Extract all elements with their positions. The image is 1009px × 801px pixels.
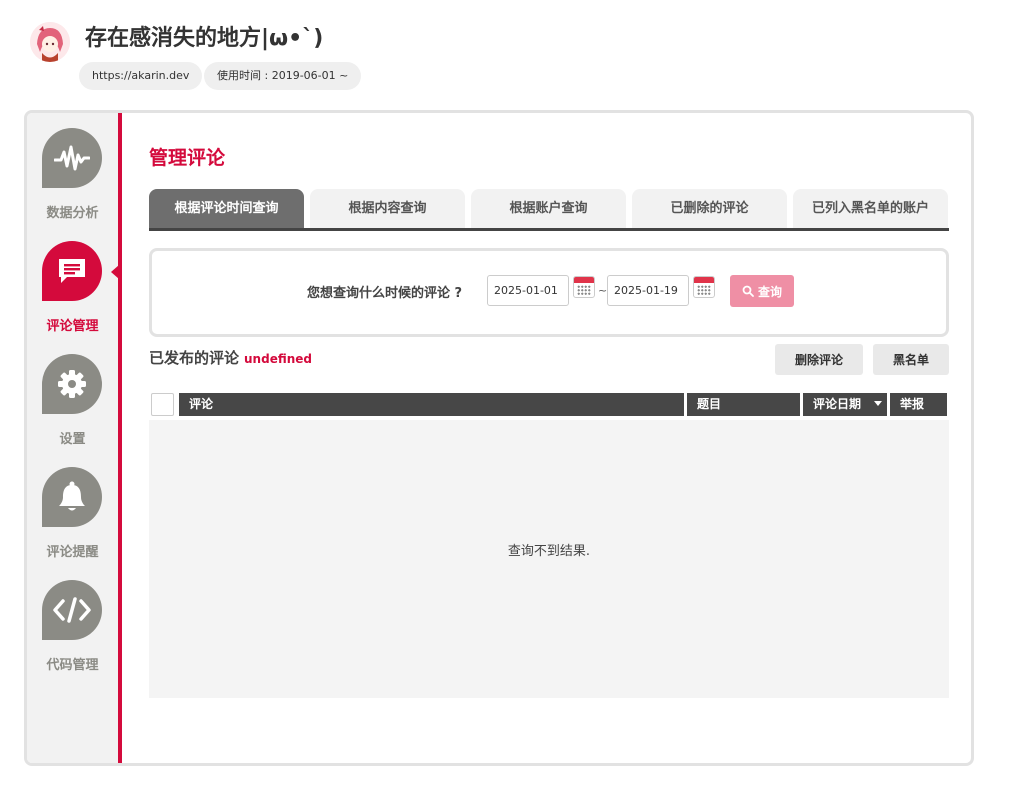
- waveform-icon: [54, 145, 90, 171]
- sort-caret-icon: [874, 401, 882, 406]
- sidebar-item-label: 数据分析: [46, 206, 99, 221]
- tab-by-time[interactable]: 根据评论时间查询: [149, 189, 304, 228]
- code-icon: [53, 597, 91, 623]
- sidebar-item-comments[interactable]: 评论管理: [27, 241, 118, 351]
- nav-bubble: [42, 580, 102, 640]
- tab-by-content[interactable]: 根据内容查询: [310, 189, 465, 228]
- calendar-icon[interactable]: [693, 276, 715, 298]
- tab-blacklisted[interactable]: 已列入黑名单的账户: [793, 189, 948, 228]
- sidebar-divider: [118, 113, 122, 763]
- column-report: 举报: [890, 393, 947, 416]
- from-date-input[interactable]: [487, 275, 569, 306]
- blacklist-button[interactable]: 黑名单: [873, 344, 949, 375]
- sidebar: 数据分析 评论管理 设置 评论提醒 代码管理: [27, 113, 118, 763]
- column-date-label: 评论日期: [813, 397, 862, 411]
- empty-state-message: 查询不到结果.: [507, 544, 591, 559]
- published-title-text: 已发布的评论: [149, 349, 240, 367]
- published-comments-title: 已发布的评论 undefined: [149, 347, 312, 368]
- gear-icon: [58, 370, 86, 398]
- query-button[interactable]: 查询: [730, 275, 794, 307]
- sidebar-item-code[interactable]: 代码管理: [27, 580, 118, 690]
- delete-comment-button[interactable]: 删除评论: [775, 344, 863, 375]
- usage-since-badge: 使用时间 : 2019-06-01 ~: [204, 62, 362, 90]
- avatar: [30, 22, 70, 62]
- bell-icon: [59, 481, 85, 511]
- site-url-badge[interactable]: https://akarin.dev: [79, 62, 203, 90]
- comment-count: undefined: [244, 352, 312, 366]
- search-icon: [742, 285, 754, 297]
- avatar-image: [30, 22, 70, 62]
- column-subject: 题目: [687, 393, 800, 416]
- tab-by-account[interactable]: 根据账户查询: [471, 189, 626, 228]
- sidebar-item-label: 代码管理: [46, 658, 99, 673]
- column-date[interactable]: 评论日期: [803, 393, 887, 416]
- calendar-icon[interactable]: [573, 276, 595, 298]
- page-title: 管理评论: [149, 147, 226, 169]
- select-all-checkbox[interactable]: [151, 393, 174, 416]
- date-separator: ~: [598, 284, 608, 297]
- sidebar-item-settings[interactable]: 设置: [27, 354, 118, 464]
- sidebar-item-analytics[interactable]: 数据分析: [27, 128, 118, 238]
- table-body: 查询不到结果.: [149, 420, 949, 698]
- comment-icon: [59, 259, 85, 283]
- column-comment: 评论: [179, 393, 684, 416]
- admin-panel: 数据分析 评论管理 设置 评论提醒 代码管理 管理评论 根据评论时间查询 根据内…: [24, 110, 974, 766]
- main-content: 管理评论 根据评论时间查询 根据内容查询 根据账户查询 已删除的评论 已列入黑名…: [146, 113, 949, 763]
- tab-deleted[interactable]: 已删除的评论: [632, 189, 787, 228]
- table-header: 评论 题目 评论日期 举报: [149, 393, 949, 416]
- sidebar-item-label: 设置: [59, 432, 86, 447]
- nav-bubble: [42, 467, 102, 527]
- active-indicator-caret: [111, 265, 119, 279]
- query-panel: 您想查询什么时候的评论 ? ~ 查询: [149, 248, 949, 337]
- nav-bubble: [42, 128, 102, 188]
- site-header: 存在感消失的地方|ω•`) https://akarin.dev 使用时间 : …: [28, 14, 628, 94]
- sidebar-item-notifications[interactable]: 评论提醒: [27, 467, 118, 577]
- query-label: 您想查询什么时候的评论 ?: [307, 286, 463, 301]
- sidebar-item-label: 评论管理: [46, 319, 99, 334]
- sidebar-item-label: 评论提醒: [46, 545, 99, 560]
- tab-bar: 根据评论时间查询 根据内容查询 根据账户查询 已删除的评论 已列入黑名单的账户: [149, 189, 949, 231]
- nav-bubble: [42, 241, 102, 301]
- nav-bubble: [42, 354, 102, 414]
- to-date-input[interactable]: [607, 275, 689, 306]
- query-button-label: 查询: [757, 284, 782, 299]
- site-title: 存在感消失的地方|ω•`): [85, 26, 324, 51]
